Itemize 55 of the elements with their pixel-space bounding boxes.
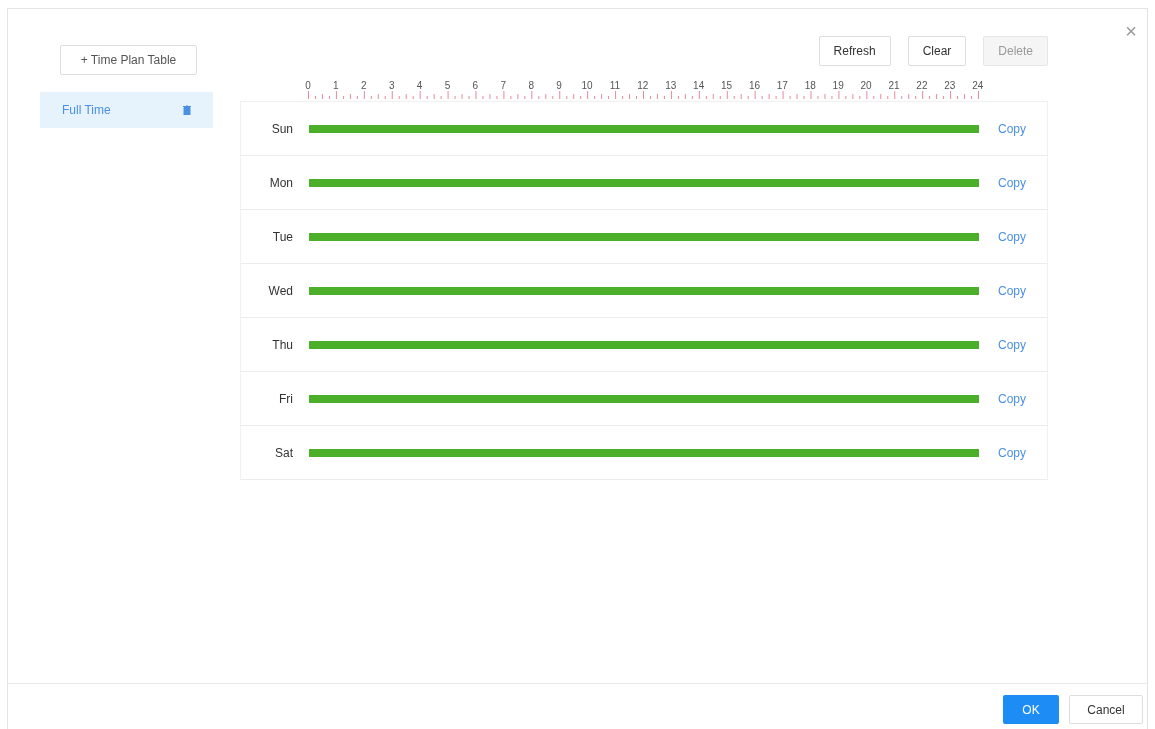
time-bar[interactable] [309,124,979,133]
day-label: Thu [271,337,293,352]
hour-label: 22 [915,80,929,91]
hour-label: 2 [360,80,368,91]
hour-label: 7 [499,80,508,91]
copy-link[interactable]: Copy [998,337,1026,352]
time-bar[interactable] [309,394,979,403]
day-label: Tue [271,229,293,244]
time-bar[interactable] [309,232,979,241]
day-label: Fri [278,391,293,406]
hour-label: 16 [747,80,761,91]
hour-label: 19 [831,80,845,91]
toolbar-button[interactable]: Refresh [818,36,891,66]
hour-label: 23 [943,80,957,91]
hour-label: 18 [803,80,817,91]
plan-name: Full Time [62,103,111,117]
time-bar[interactable] [309,178,979,187]
toolbar-button[interactable]: Clear [907,36,967,66]
copy-link[interactable]: Copy [998,121,1026,136]
copy-link[interactable]: Copy [998,283,1026,298]
day-label: Sat [274,445,293,460]
hour-label: 8 [527,80,535,91]
hour-label: 17 [775,80,789,91]
hour-label: 15 [720,80,734,91]
hour-label: 1 [332,80,340,91]
hour-label: 14 [692,80,706,91]
hour-label: 11 [608,80,622,91]
hour-label: 0 [304,80,312,91]
copy-link[interactable]: Copy [998,229,1026,244]
day-label: Mon [268,175,293,190]
day-label: Sun [270,121,293,136]
hour-label: 20 [859,80,873,91]
hour-label: 6 [471,80,480,91]
plan-item[interactable]: Full Time [40,92,213,128]
hour-label: 3 [387,80,396,91]
close-button[interactable]: × [1125,21,1137,41]
day-label: Wed [267,283,293,298]
trash-icon[interactable] [183,105,191,115]
time-bar[interactable] [309,286,979,295]
add-plan-button[interactable]: + Time Plan Table [60,45,197,75]
hour-label: 10 [580,80,594,91]
hour-label: 4 [415,80,424,91]
hour-label: 5 [443,80,452,91]
copy-link[interactable]: Copy [998,391,1026,406]
hour-label: 21 [887,80,901,91]
hour-label: 24 [971,80,985,91]
ok-button[interactable]: OK [1003,695,1059,724]
copy-link[interactable]: Copy [998,445,1026,460]
time-bar[interactable] [309,340,979,349]
hour-label: 12 [636,80,650,91]
hour-label: 13 [664,80,678,91]
cancel-button[interactable]: Cancel [1069,695,1143,724]
time-bar[interactable] [309,448,979,457]
copy-link[interactable]: Copy [998,175,1026,190]
hour-label: 9 [555,80,563,91]
